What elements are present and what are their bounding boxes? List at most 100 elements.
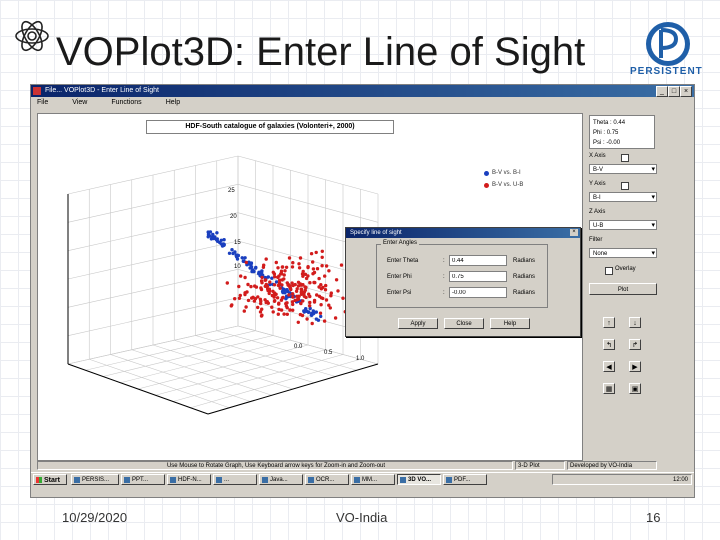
plot-button[interactable]: Plot (589, 283, 657, 295)
data-point-red (312, 270, 317, 275)
grid-line (172, 354, 344, 402)
y-axis-log-checkbox[interactable] (621, 182, 629, 190)
psi-input[interactable] (449, 287, 507, 298)
rotate-left-icon[interactable]: ↰ (603, 339, 615, 350)
data-point-red (305, 317, 309, 321)
data-point-red (276, 312, 280, 316)
data-point-red (324, 264, 329, 268)
data-point-red (290, 265, 295, 269)
data-point-red (250, 296, 254, 300)
menu-help[interactable]: Help (166, 97, 180, 109)
y-axis-select[interactable]: B-I (589, 192, 657, 203)
taskbar-item[interactable]: OCR... (305, 474, 349, 485)
data-point-blue (253, 266, 258, 270)
data-point-red (264, 300, 268, 305)
data-point-red (276, 275, 280, 279)
taskbar-item[interactable]: Java... (259, 474, 303, 485)
data-point-red (264, 257, 268, 261)
start-button[interactable]: Start (33, 474, 67, 485)
taskbar-item[interactable]: ... (213, 474, 257, 485)
minimize-button[interactable]: _ (656, 86, 668, 97)
taskbar-item[interactable]: PPT... (121, 474, 165, 485)
dialog-close-icon[interactable]: × (570, 229, 578, 236)
phi-row: Enter Phi: Radians (387, 271, 535, 282)
close-button[interactable]: × (680, 86, 692, 97)
menubar: File View Functions Help (31, 97, 694, 109)
dialog-title: Specify line of sight (350, 230, 402, 236)
tick-label: 0.5 (324, 350, 333, 356)
grid-line (152, 344, 294, 390)
control-panel: Theta : 0.44 Phi : 0.75 Psi : -0.00 X Ax… (585, 113, 689, 459)
dialog-titlebar: Specify line of sight × (346, 228, 580, 238)
filter-select[interactable]: None (589, 248, 657, 259)
maximize-button[interactable]: □ (668, 86, 680, 97)
y-axis-line (207, 363, 379, 415)
data-point-red (272, 283, 277, 287)
data-point-blue (249, 265, 254, 269)
data-point-red (318, 311, 323, 315)
previous-icon[interactable]: ◀ (603, 361, 615, 372)
data-point-red (277, 307, 281, 312)
statusbar: Use Mouse to Rotate Graph, Use Keyboard … (37, 461, 687, 470)
footer-date: 10/29/2020 (62, 510, 128, 525)
rotate-down-icon[interactable]: ↓ (629, 317, 641, 328)
data-point-red (279, 272, 284, 276)
overlay-checkbox[interactable] (605, 267, 613, 275)
help-button[interactable]: Help (490, 318, 530, 329)
grid-line (155, 349, 326, 396)
rotate-up-icon[interactable]: ↑ (603, 317, 615, 328)
logo-text: PERSISTENT (630, 66, 703, 77)
taskbar-item[interactable]: HDF-N... (167, 474, 211, 485)
data-point-red (259, 287, 264, 292)
taskbar-item[interactable]: PDF... (443, 474, 487, 485)
taskbar-item[interactable]: PERSIS... (71, 474, 119, 485)
data-point-red (282, 312, 286, 316)
legend-item-blue: B-V vs. B-I (484, 170, 523, 176)
rotate-right-icon[interactable]: ↱ (629, 339, 641, 350)
data-point-red (312, 298, 317, 303)
data-point-red (243, 292, 247, 297)
theta-label: Enter Theta (387, 257, 419, 264)
data-point-red (268, 280, 272, 284)
phi-input[interactable] (449, 271, 507, 282)
data-point-red (288, 284, 292, 288)
next-icon[interactable]: ▶ (629, 361, 641, 372)
taskbar-item-active[interactable]: 3D VO... (397, 474, 441, 485)
theta-input[interactable] (449, 255, 507, 266)
status-credit: Developed by VO-India (567, 461, 657, 470)
data-point-red (319, 287, 324, 291)
image-icon[interactable]: ▣ (629, 383, 641, 394)
data-point-red (289, 287, 293, 292)
psi-unit: Radians (513, 289, 536, 296)
data-point-blue (234, 253, 238, 257)
menu-view[interactable]: View (72, 97, 87, 109)
taskbar-item[interactable]: MM... (351, 474, 395, 485)
data-point-red (339, 263, 344, 267)
data-point-red (322, 319, 327, 323)
z-axis-label: Z Axis (589, 209, 606, 215)
footer-center: VO-India (336, 510, 388, 525)
z-axis-select[interactable]: U-B (589, 220, 657, 231)
menu-file[interactable]: File (37, 97, 48, 109)
tick-label: 15 (234, 240, 241, 246)
data-point-red (314, 250, 318, 255)
data-point-red (317, 276, 321, 281)
dialog-close-button[interactable]: Close (444, 318, 484, 329)
data-point-red (336, 289, 340, 293)
data-point-red (297, 266, 302, 270)
data-point-blue (227, 251, 232, 255)
table-icon[interactable]: ▦ (603, 383, 615, 394)
x-axis-select[interactable]: B-V (589, 164, 657, 175)
x-axis-label: X Axis (589, 153, 606, 159)
data-point-red (285, 306, 289, 310)
x-axis-log-checkbox[interactable] (621, 154, 629, 162)
apply-button[interactable]: Apply (398, 318, 438, 329)
data-point-blue (222, 243, 226, 248)
window-titlebar: File... VOPlot3D - Enter Line of Sight _… (31, 85, 694, 97)
menu-functions[interactable]: Functions (111, 97, 141, 109)
data-point-red (319, 296, 323, 300)
data-point-red (271, 310, 275, 314)
data-point-red (301, 269, 305, 274)
data-point-red (328, 306, 332, 310)
data-point-red (291, 295, 295, 299)
